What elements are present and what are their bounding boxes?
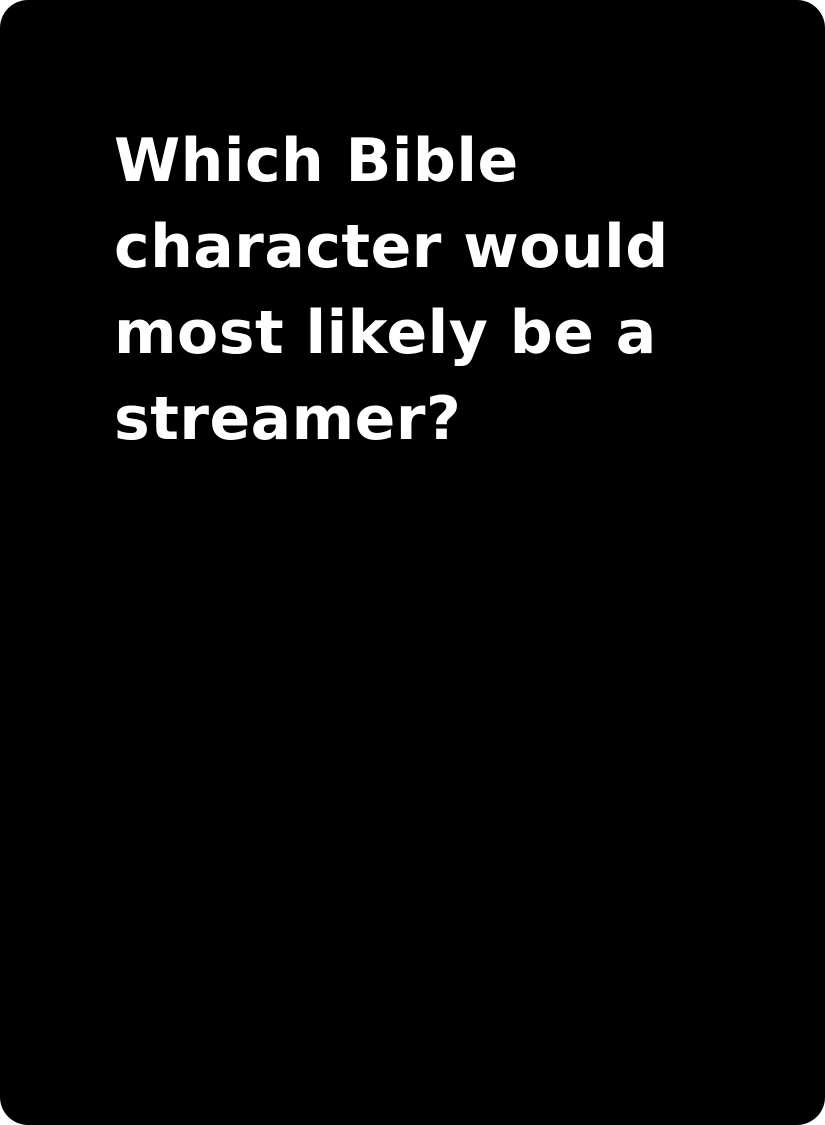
prompt-line-4: streamer? <box>114 384 462 454</box>
prompt-line-1: Which Bible <box>114 126 519 196</box>
prompt-line-3: most likely be a <box>114 298 657 368</box>
prompt-card: Which Bible character would most likely … <box>0 0 825 1125</box>
prompt-text: Which Bible character would most likely … <box>114 118 734 462</box>
prompt-line-2: character would <box>114 212 669 282</box>
